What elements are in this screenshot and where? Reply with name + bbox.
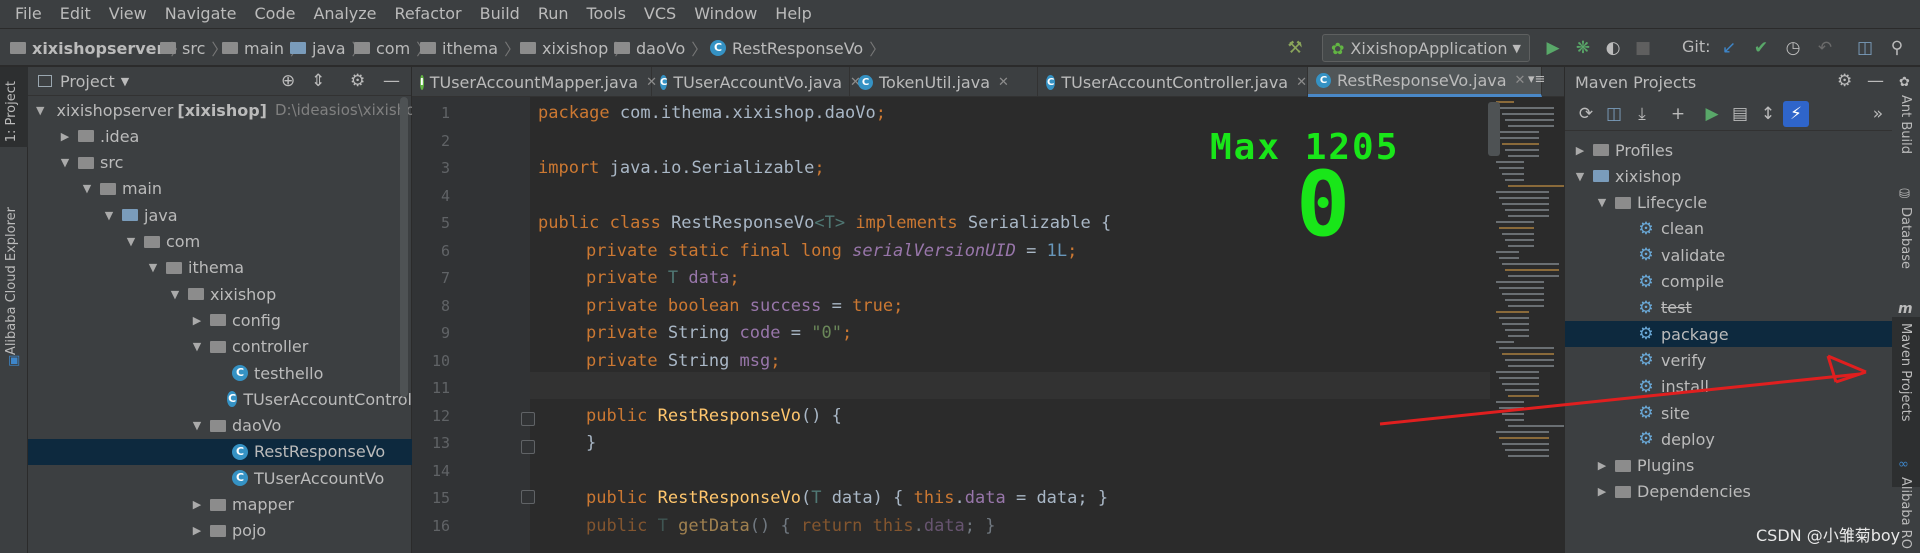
fold-marker-icon[interactable] xyxy=(521,490,535,504)
line-number: 14 xyxy=(431,461,450,480)
line-number: 15 xyxy=(431,489,450,507)
line-number: 7 xyxy=(440,269,450,287)
line-number: 9 xyxy=(440,324,450,342)
line-number: 8 xyxy=(440,296,450,315)
line-number: 2 xyxy=(440,131,450,150)
annotation-arrow xyxy=(1379,354,1867,426)
line-number: 13 xyxy=(431,434,450,452)
fold-marker-icon[interactable] xyxy=(521,412,535,426)
watermark: CSDN @小雏菊boy xyxy=(1756,526,1901,545)
line-number: 5 xyxy=(440,214,450,232)
line-number: 1 xyxy=(440,104,450,122)
line-number: 11 xyxy=(431,379,450,397)
line-number: 12 xyxy=(431,406,450,425)
line-number: 3 xyxy=(440,159,450,177)
line-number: 16 xyxy=(431,516,450,535)
line-number: 6 xyxy=(440,241,450,260)
fold-marker-icon[interactable] xyxy=(521,440,535,454)
line-number: 10 xyxy=(431,351,450,370)
line-number: 4 xyxy=(440,186,450,205)
